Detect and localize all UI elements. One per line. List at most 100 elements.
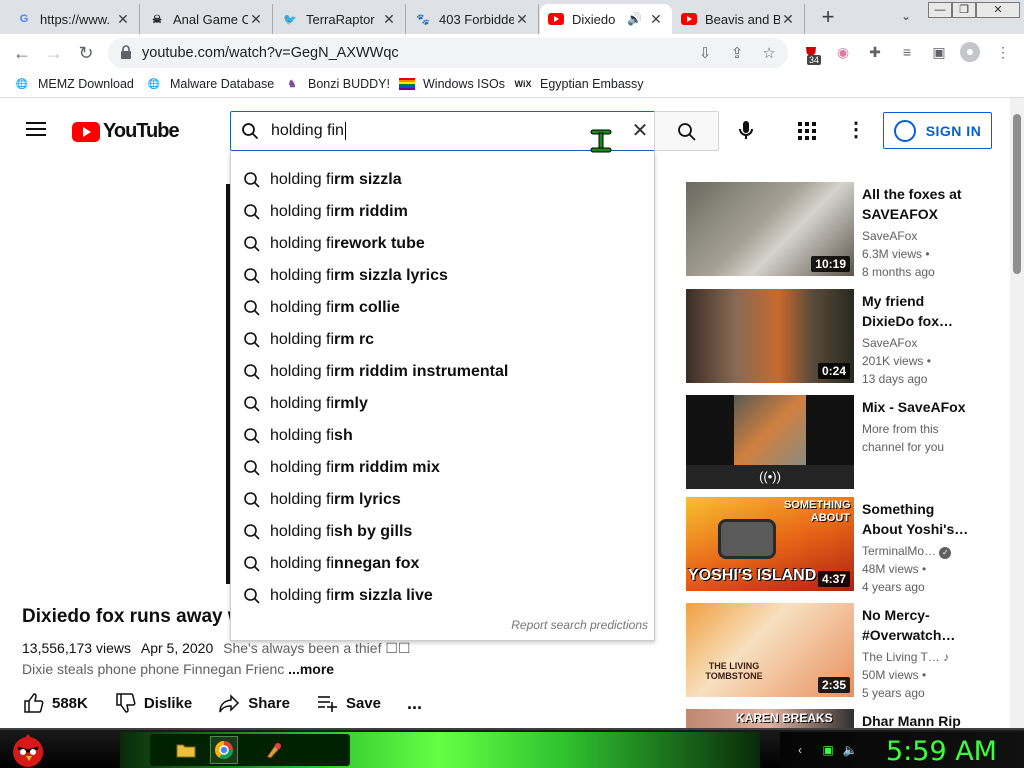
tab-dixiedo[interactable]: Dixiedo 🔊 ✕ — [540, 4, 672, 34]
channel-name[interactable]: SaveAFox — [862, 334, 972, 352]
close-icon[interactable]: ✕ — [648, 11, 664, 28]
suggestion-item[interactable]: holding fish by gills — [231, 516, 654, 548]
recommendation-item[interactable]: SOMETHING ABOUT YOSHI'S ISLAND 4:37 Some… — [686, 497, 1006, 594]
sign-in-button[interactable]: SIGN IN — [883, 112, 992, 149]
puzzle-icon[interactable]: ✚ — [866, 43, 884, 61]
recommendation-title[interactable]: Dhar Mann Rip — [862, 711, 972, 728]
bookmark-malware-database[interactable]: 🌐 Malware Database — [146, 76, 274, 92]
video-thumbnail[interactable]: 10:19 — [686, 182, 854, 276]
bookmark-memz[interactable]: 🌐 MEMZ Download — [14, 76, 134, 92]
reload-icon[interactable]: ↻ — [72, 39, 100, 67]
close-window-button[interactable]: ✕ — [976, 2, 1020, 18]
new-tab-button[interactable]: + — [816, 6, 840, 30]
minimize-button[interactable]: — — [928, 2, 952, 18]
media-queue-icon[interactable]: ≡ — [898, 43, 916, 61]
suggestion-item[interactable]: holding firm riddim instrumental — [231, 356, 654, 388]
tab-search-chevron-icon[interactable]: ⌄ — [896, 6, 916, 26]
profile-avatar-icon[interactable]: ● — [960, 42, 980, 62]
apps-grid-icon[interactable] — [798, 122, 816, 140]
volume-icon[interactable]: 🔈 — [842, 742, 858, 758]
bookmark-windows-isos[interactable]: Windows ISOs — [399, 76, 505, 92]
search-button[interactable] — [654, 111, 719, 151]
close-icon[interactable]: ✕ — [514, 11, 530, 28]
scrollbar-thumb[interactable] — [1013, 114, 1021, 274]
star-icon[interactable]: ☆ — [760, 45, 778, 63]
bookmark-egyptian-embassy[interactable]: WiX Egyptian Embassy — [514, 76, 644, 92]
recommendation-item[interactable]: THE LIVING TOMBSTONE 2:35 No Mercy- #Ove… — [686, 603, 1006, 700]
forward-arrow-icon[interactable]: → — [40, 39, 68, 67]
recommendation-title[interactable]: My friend DixieDo fox… — [862, 291, 972, 331]
suggestion-item[interactable]: holding firm riddim — [231, 196, 654, 228]
share-button[interactable]: Share — [218, 692, 290, 714]
menu-kebab-icon[interactable]: ⋮ — [994, 43, 1012, 61]
tab-anal-game[interactable]: ☠ Anal Game C ✕ — [141, 4, 273, 34]
close-icon[interactable]: ✕ — [780, 11, 796, 28]
microphone-icon[interactable] — [734, 118, 758, 142]
like-button[interactable]: 588K — [22, 692, 88, 714]
recommendation-item[interactable]: KAREN BREAKS Dhar Mann Rip — [686, 709, 1006, 728]
youtube-logo[interactable]: YouTube — [72, 120, 180, 143]
close-icon[interactable]: ✕ — [248, 11, 264, 28]
speaker-icon[interactable]: 🔊 — [627, 12, 642, 26]
video-thumbnail[interactable]: THE LIVING TOMBSTONE 2:35 — [686, 603, 854, 697]
recommendation-title[interactable]: No Mercy- #Overwatch… — [862, 605, 972, 645]
channel-name[interactable]: The Living T… ♪ — [862, 648, 972, 666]
suggestion-item[interactable]: holding firm lyrics — [231, 484, 654, 516]
channel-name[interactable]: TerminalMo… ✓ — [862, 542, 972, 560]
clear-search-icon[interactable]: ✕ — [627, 118, 653, 144]
install-icon[interactable]: ⇩ — [696, 45, 714, 63]
flag-extension-icon[interactable]: ◉ — [834, 43, 852, 61]
suggestion-item[interactable]: holding firm rc — [231, 324, 654, 356]
video-thumbnail[interactable]: SOMETHING ABOUT YOSHI'S ISLAND 4:37 — [686, 497, 854, 591]
search-input[interactable]: holding fin — [271, 122, 346, 140]
video-thumbnail[interactable]: KAREN BREAKS — [686, 709, 854, 728]
back-arrow-icon[interactable]: ← — [8, 39, 36, 67]
address-bar[interactable]: youtube.com/watch?v=GegN_AXWWqc ⇩ ⇪ ☆ — [108, 38, 788, 68]
suggestion-item[interactable]: holding firmly — [231, 388, 654, 420]
report-predictions-link[interactable]: Report search predictions — [511, 618, 648, 632]
recommendation-item[interactable]: 10:19 All the foxes at SAVEAFOX ge… Save… — [686, 182, 1006, 279]
save-button[interactable]: Save — [316, 692, 381, 714]
recommendation-item[interactable]: 0:24 My friend DixieDo fox… SaveAFox 201… — [686, 289, 1006, 386]
recommendation-item[interactable]: ((•)) Mix - SaveAFox More from this chan… — [686, 395, 1006, 491]
suggestion-item[interactable]: holding fish — [231, 420, 654, 452]
url-text[interactable]: youtube.com/watch?v=GegN_AXWWqc — [142, 45, 399, 61]
suggestion-item[interactable]: holding firework tube — [231, 228, 654, 260]
tab-403-forbidden[interactable]: 🐾 403 Forbidde ✕ — [407, 4, 539, 34]
side-panel-icon[interactable]: ▣ — [930, 43, 948, 61]
recommendation-title[interactable]: Something About Yoshi's… — [862, 499, 972, 539]
paint-icon[interactable] — [260, 736, 288, 764]
mix-thumbnail[interactable]: ((•)) — [686, 395, 854, 489]
show-more-link[interactable]: ...more — [288, 661, 334, 677]
suggestion-item[interactable]: holding firm riddim mix — [231, 452, 654, 484]
tab-beavis[interactable]: Beavis and B ✕ — [673, 4, 805, 34]
suggestion-item[interactable]: holding finnegan fox — [231, 548, 654, 580]
more-actions-button[interactable]: ... — [407, 693, 422, 714]
channel-name[interactable]: SaveAFox — [862, 227, 972, 245]
chrome-taskbar-icon[interactable] — [210, 736, 238, 764]
bookmark-bonzi-buddy[interactable]: ♞ Bonzi BUDDY! — [284, 76, 390, 92]
angry-bird-start-icon[interactable] — [8, 730, 48, 768]
battery-icon[interactable]: ▣ — [820, 742, 836, 758]
settings-kebab-icon[interactable]: ⋮ — [846, 119, 866, 141]
suggestion-item[interactable]: holding firm sizzla live — [231, 580, 654, 612]
hamburger-menu-icon[interactable] — [26, 122, 46, 136]
folder-icon[interactable] — [172, 736, 200, 764]
close-icon[interactable]: ✕ — [115, 11, 131, 28]
tab-terraraptor[interactable]: 🐦 TerraRaptor ✕ — [274, 4, 406, 34]
page-scrollbar[interactable] — [1010, 98, 1024, 728]
close-icon[interactable]: ✕ — [381, 11, 397, 28]
video-thumbnail[interactable]: 0:24 — [686, 289, 854, 383]
share-icon[interactable]: ⇪ — [728, 45, 746, 63]
restore-button[interactable]: ❐ — [952, 2, 976, 18]
recommendation-title[interactable]: All the foxes at SAVEAFOX ge… — [862, 184, 972, 224]
dislike-button[interactable]: Dislike — [114, 692, 192, 714]
chevron-left-icon[interactable]: ‹ — [792, 742, 808, 758]
suggestion-item[interactable]: holding firm sizzla — [231, 164, 654, 196]
tab-google[interactable]: G https://www. ✕ — [8, 4, 140, 34]
description-snippet[interactable]: Dixie steals phone phone Finnegan Frienc… — [22, 661, 334, 677]
suggestion-item[interactable]: holding firm collie — [231, 292, 654, 324]
suggestion-item[interactable]: holding firm sizzla lyrics — [231, 260, 654, 292]
clock[interactable]: 5:59 AM — [886, 736, 997, 767]
recommendation-title[interactable]: Mix - SaveAFox — [862, 397, 972, 417]
